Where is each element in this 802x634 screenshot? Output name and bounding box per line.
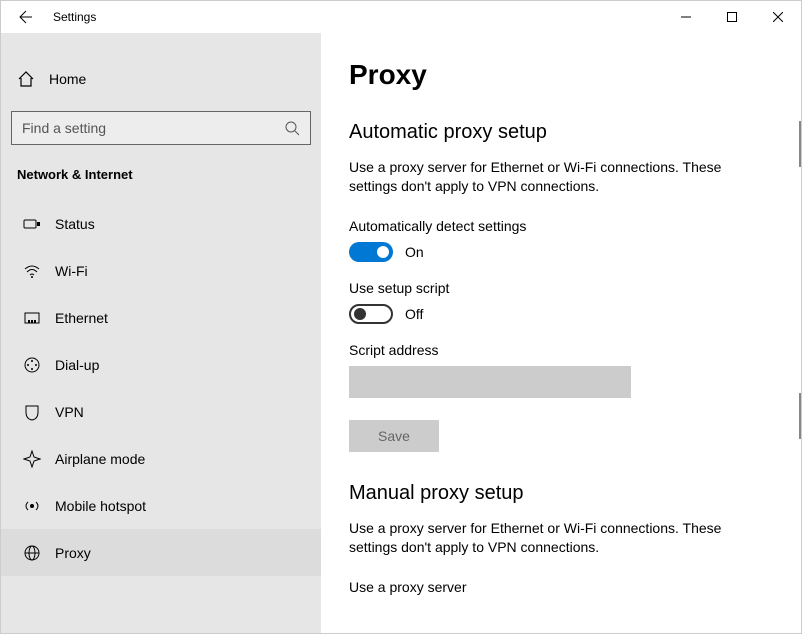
sidebar-item-hotspot[interactable]: Mobile hotspot [1, 482, 321, 529]
maximize-icon [727, 12, 737, 22]
sidebar-item-label: Dial-up [55, 357, 99, 373]
minimize-button[interactable] [663, 1, 709, 33]
sidebar-item-label: Proxy [55, 545, 91, 561]
airplane-icon [23, 450, 55, 468]
auto-detect-toggle[interactable] [349, 242, 393, 262]
search-input[interactable] [22, 120, 284, 136]
close-icon [773, 12, 783, 22]
hotspot-icon [23, 497, 55, 515]
section-desc-auto: Use a proxy server for Ethernet or Wi-Fi… [349, 158, 769, 196]
scrollbar[interactable] [799, 121, 801, 167]
main-content: Proxy Automatic proxy setup Use a proxy … [321, 33, 801, 633]
setup-script-state: Off [405, 306, 423, 322]
proxy-icon [23, 544, 55, 562]
script-address-label: Script address [349, 342, 777, 358]
sidebar-item-airplane[interactable]: Airplane mode [1, 435, 321, 482]
sidebar-item-label: Status [55, 216, 95, 232]
sidebar-item-label: Mobile hotspot [55, 498, 146, 514]
save-button[interactable]: Save [349, 420, 439, 452]
scrollbar[interactable] [799, 393, 801, 439]
section-heading-auto: Automatic proxy setup [349, 121, 777, 144]
vpn-icon [23, 403, 55, 421]
section-heading-manual: Manual proxy setup [349, 482, 777, 505]
home-icon [17, 70, 49, 88]
sidebar-item-vpn[interactable]: VPN [1, 388, 321, 435]
back-button[interactable] [1, 1, 49, 33]
auto-detect-label: Automatically detect settings [349, 218, 777, 234]
home-button[interactable]: Home [11, 57, 311, 101]
sidebar-item-proxy[interactable]: Proxy [1, 529, 321, 576]
auto-detect-state: On [405, 244, 424, 260]
sidebar-item-dialup[interactable]: Dial-up [1, 341, 321, 388]
sidebar-item-status[interactable]: Status [1, 200, 321, 247]
arrow-left-icon [17, 9, 33, 25]
sidebar-item-label: Ethernet [55, 310, 108, 326]
script-address-input[interactable] [349, 366, 631, 398]
sidebar: Home Network & Internet Status W [1, 33, 321, 633]
sidebar-item-label: VPN [55, 404, 84, 420]
category-header: Network & Internet [11, 163, 311, 200]
sidebar-item-label: Wi-Fi [55, 263, 88, 279]
dialup-icon [23, 356, 55, 374]
use-proxy-label: Use a proxy server [349, 579, 777, 595]
ethernet-icon [23, 309, 55, 327]
sidebar-item-label: Airplane mode [55, 451, 145, 467]
window-title: Settings [53, 10, 96, 24]
sidebar-item-ethernet[interactable]: Ethernet [1, 294, 321, 341]
section-desc-manual: Use a proxy server for Ethernet or Wi-Fi… [349, 519, 769, 557]
minimize-icon [681, 12, 691, 22]
maximize-button[interactable] [709, 1, 755, 33]
home-label: Home [49, 71, 86, 87]
status-icon [23, 215, 55, 233]
setup-script-toggle[interactable] [349, 304, 393, 324]
sidebar-item-wifi[interactable]: Wi-Fi [1, 247, 321, 294]
search-box[interactable] [11, 111, 311, 145]
page-title: Proxy [349, 59, 777, 91]
setup-script-label: Use setup script [349, 280, 777, 296]
close-button[interactable] [755, 1, 801, 33]
wifi-icon [23, 262, 55, 280]
search-icon [284, 120, 300, 136]
